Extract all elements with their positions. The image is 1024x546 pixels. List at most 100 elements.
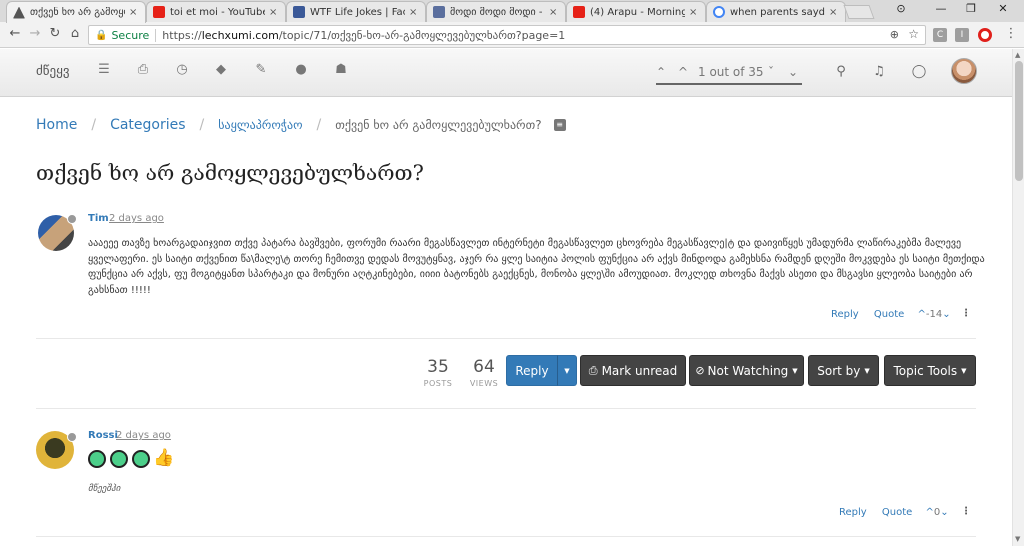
page-scrollbar[interactable]: ▲ ▼ bbox=[1012, 49, 1024, 546]
maximize-icon[interactable]: ❐ bbox=[956, 2, 986, 15]
users-icon[interactable]: ☗ bbox=[332, 62, 350, 77]
downvote-icon[interactable]: ⌄ bbox=[942, 309, 950, 320]
sort-by-button[interactable]: Sort by ▼ bbox=[808, 355, 879, 386]
chat-icon[interactable]: ◯ bbox=[910, 64, 928, 79]
topic-pagination[interactable]: ⌃ ^ 1 out of 35 ˇ ⌄ bbox=[656, 63, 802, 85]
tab-facebook[interactable]: WTF Life Jokes | Facebo × bbox=[286, 1, 426, 22]
pencil-icon[interactable]: ✎ bbox=[252, 62, 270, 77]
reload-icon[interactable]: ↻ bbox=[46, 26, 64, 41]
new-tab-button[interactable] bbox=[843, 5, 875, 19]
tab-close-icon[interactable]: × bbox=[549, 7, 559, 18]
reply-button[interactable]: Reply bbox=[506, 355, 558, 386]
reply-link[interactable]: Reply bbox=[839, 507, 867, 518]
quote-link[interactable]: Quote bbox=[882, 507, 912, 518]
tags-icon[interactable]: ◆ bbox=[212, 62, 230, 77]
opera-icon[interactable]: O bbox=[978, 28, 992, 42]
mark-unread-button[interactable]: ⎙ Mark unread bbox=[580, 355, 686, 386]
address-bar[interactable]: 🔒 Secure https://lechxumi.com/topic/71/თ… bbox=[88, 25, 926, 45]
tab-youtube-1[interactable]: toi et moi - YouTube × bbox=[146, 1, 286, 22]
tab-title: (4) Arapu - Morning Ch bbox=[590, 6, 685, 18]
browser-menu-icon[interactable]: ⋮ bbox=[1002, 26, 1020, 41]
post-username[interactable]: Tim bbox=[88, 213, 109, 224]
quote-link[interactable]: Quote bbox=[874, 309, 904, 320]
post-tools: Reply Quote ^-14⌄ ⋮ bbox=[831, 308, 971, 320]
rss-icon[interactable]: ≡ bbox=[553, 119, 566, 131]
forum-brand[interactable]: ძწეყვ bbox=[36, 64, 70, 79]
tab-close-icon[interactable]: × bbox=[129, 7, 139, 18]
scroll-up-icon[interactable]: ▲ bbox=[1015, 51, 1020, 59]
tab-google[interactable]: when parents sayd you × bbox=[706, 1, 846, 22]
tab-title: მოდი მოდი მოდი - bbox=[450, 6, 543, 18]
list-icon[interactable]: ☰ bbox=[95, 62, 113, 77]
back-arrow-icon[interactable]: ← bbox=[6, 26, 24, 41]
tab-close-icon[interactable]: × bbox=[829, 7, 839, 18]
clock-icon[interactable]: ◷ bbox=[173, 62, 191, 77]
breadcrumb-home[interactable]: Home bbox=[36, 117, 77, 133]
home-icon[interactable]: ⌂ bbox=[66, 26, 84, 41]
post-timeago[interactable]: 2 days ago bbox=[109, 213, 164, 224]
vote-count: ^-14⌄ bbox=[917, 309, 950, 320]
first-page-icon[interactable]: ⌃ bbox=[656, 65, 666, 79]
post-menu-icon[interactable]: ⋮ bbox=[961, 506, 971, 517]
vote-count: ^0⌄ bbox=[925, 507, 948, 518]
extension-c-icon[interactable]: C bbox=[933, 28, 947, 42]
chevron-down-icon: ▼ bbox=[564, 366, 570, 375]
upvote-icon[interactable]: ^ bbox=[925, 507, 933, 518]
tab-close-icon[interactable]: × bbox=[689, 7, 699, 18]
tab-current[interactable]: თქვენ ხო არ გამოყლ × bbox=[6, 1, 146, 23]
breadcrumb-separator: / bbox=[316, 117, 322, 133]
status-dot bbox=[67, 432, 77, 442]
next-page-icon[interactable]: ˇ bbox=[768, 65, 774, 79]
pagination-label: 1 out of 35 bbox=[698, 65, 764, 79]
last-page-icon[interactable]: ⌄ bbox=[788, 65, 798, 79]
bookmark-star-icon[interactable]: ☆ bbox=[908, 27, 919, 41]
tab-title: თქვენ ხო არ გამოყლ bbox=[30, 7, 125, 18]
tab-title: when parents sayd you bbox=[730, 6, 825, 18]
mark-unread-label: Mark unread bbox=[601, 363, 678, 378]
posts-label: POSTS bbox=[423, 379, 453, 388]
url-text[interactable]: https://lechxumi.com/topic/71/თქვენ-ხო-ა… bbox=[156, 29, 565, 42]
scrollbar-thumb[interactable] bbox=[1015, 61, 1023, 181]
post-menu-icon[interactable]: ⋮ bbox=[961, 308, 971, 319]
prev-page-icon[interactable]: ^ bbox=[678, 65, 688, 79]
post-divider bbox=[36, 536, 976, 537]
views-count: 64 bbox=[473, 357, 495, 377]
scroll-down-icon[interactable]: ▼ bbox=[1015, 535, 1020, 543]
close-window-icon[interactable]: ✕ bbox=[988, 2, 1018, 15]
tab-forum-2[interactable]: მოდი მოდი მოდი - × bbox=[426, 1, 566, 22]
thumbs-up-icon: 👍 bbox=[153, 448, 175, 468]
zoom-icon[interactable]: ⊕ bbox=[890, 28, 899, 41]
secure-label: Secure bbox=[111, 28, 157, 42]
profile-icon[interactable]: ⊙ bbox=[886, 2, 916, 15]
tab-youtube-2[interactable]: (4) Arapu - Morning Ch × bbox=[566, 1, 706, 22]
bell-icon[interactable]: ♫ bbox=[870, 64, 888, 79]
post-timeago[interactable]: 2 days ago bbox=[116, 430, 171, 441]
breadcrumb-categories[interactable]: Categories bbox=[110, 117, 185, 133]
tab-close-icon[interactable]: × bbox=[409, 7, 419, 18]
sort-by-label: Sort by bbox=[817, 363, 861, 378]
breadcrumb-category[interactable]: საყლაპროჭაო bbox=[218, 118, 302, 132]
upvote-icon[interactable]: ^ bbox=[917, 309, 925, 320]
downvote-icon[interactable]: ⌄ bbox=[940, 507, 948, 518]
reply-dropdown-button[interactable]: ▼ bbox=[557, 355, 577, 386]
post-tools: Reply Quote ^0⌄ ⋮ bbox=[839, 506, 971, 518]
minimize-icon[interactable]: — bbox=[926, 2, 956, 15]
bell-slash-icon: ⊘ bbox=[695, 364, 705, 377]
tab-close-icon[interactable]: × bbox=[269, 7, 279, 18]
breadcrumb-current: თქვენ ხო არ გამოყლევებულხართ? bbox=[335, 118, 542, 132]
forward-arrow-icon[interactable]: → bbox=[26, 26, 44, 41]
reply-link[interactable]: Reply bbox=[831, 309, 859, 320]
post-content: მწეეშჰი bbox=[88, 484, 121, 494]
watching-button[interactable]: ⊘ Not Watching ▼ bbox=[689, 355, 804, 386]
url-host: lechxumi.com bbox=[201, 28, 279, 42]
chevron-down-icon: ▼ bbox=[792, 366, 798, 375]
watching-label: Not Watching bbox=[707, 363, 789, 378]
user-icon[interactable]: ● bbox=[292, 62, 310, 77]
extension-i-icon[interactable]: I bbox=[955, 28, 969, 42]
topic-tools-button[interactable]: Topic Tools ▼ bbox=[884, 355, 976, 386]
views-label: VIEWS bbox=[469, 379, 499, 388]
search-icon[interactable]: ⚲ bbox=[832, 64, 850, 79]
user-avatar[interactable] bbox=[951, 58, 977, 84]
post-username[interactable]: Rossi bbox=[88, 430, 118, 441]
inbox-icon[interactable]: ⎙ bbox=[134, 62, 152, 77]
